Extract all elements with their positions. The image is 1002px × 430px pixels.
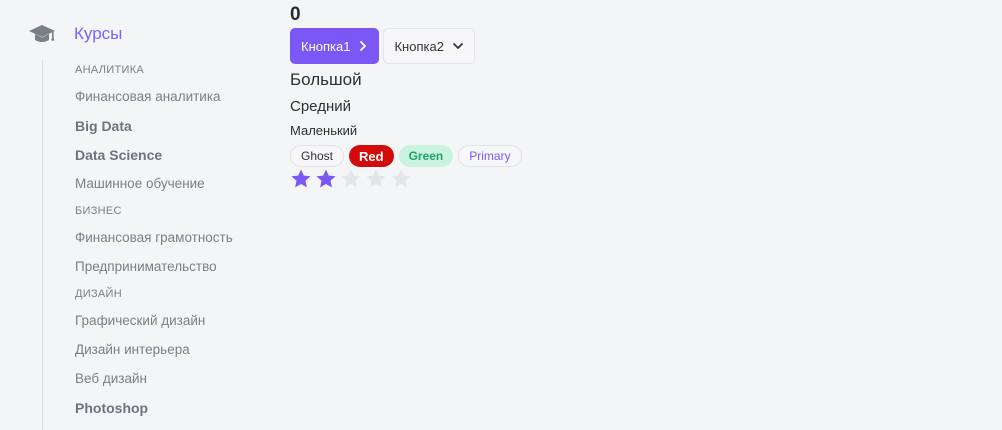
text-small: Маленький bbox=[290, 123, 358, 138]
chevron-right-icon bbox=[360, 41, 367, 51]
graduation-cap-icon bbox=[28, 22, 56, 46]
tag-red: Red bbox=[349, 145, 394, 167]
sidebar-nav: Аналитика Финансовая аналитика Big Data Dat… bbox=[75, 57, 233, 422]
sidebar-title[interactable]: Курсы bbox=[74, 24, 122, 44]
nav-item[interactable]: Дизайн интерьера bbox=[75, 335, 233, 364]
nav-item[interactable]: Big Data bbox=[75, 111, 233, 140]
nav-category: Аналитика bbox=[75, 63, 145, 76]
text-large: Большой bbox=[290, 70, 362, 89]
button1-label: Кнопка1 bbox=[301, 38, 351, 54]
button-row: Кнопка1 Кнопка2 bbox=[290, 28, 475, 64]
button1[interactable]: Кнопка1 bbox=[290, 28, 380, 64]
sidebar: Курсы Аналитика Финансовая аналитика Big D… bbox=[0, 0, 270, 430]
nav-item[interactable]: Машинное обучение bbox=[75, 169, 233, 198]
nav-item[interactable]: Финансовая аналитика bbox=[75, 82, 233, 111]
sidebar-divider bbox=[42, 60, 43, 430]
counter-value: 0 bbox=[290, 4, 301, 25]
star-filled-icon[interactable] bbox=[315, 168, 337, 190]
tag-green: Green bbox=[398, 145, 454, 167]
button2-label: Кнопка2 bbox=[394, 38, 444, 54]
nav-item[interactable]: Предпринимательство bbox=[75, 252, 233, 281]
page: Курсы Аналитика Финансовая аналитика Big D… bbox=[0, 0, 1002, 430]
nav-category: Дизайн bbox=[75, 287, 122, 300]
nav-item[interactable]: Photoshop bbox=[75, 393, 233, 422]
text-medium: Средний bbox=[290, 98, 351, 115]
chevron-down-icon bbox=[453, 43, 463, 49]
tag-ghost: Ghost bbox=[290, 145, 345, 167]
button2[interactable]: Кнопка2 bbox=[383, 28, 475, 64]
nav-item[interactable]: Финансовая грамотность bbox=[75, 223, 233, 252]
star-rating bbox=[290, 168, 412, 190]
nav-category: Бизнес bbox=[75, 204, 122, 217]
nav-item[interactable]: Графический дизайн bbox=[75, 306, 233, 335]
star-empty-icon[interactable] bbox=[390, 168, 412, 190]
star-filled-icon[interactable] bbox=[290, 168, 312, 190]
star-empty-icon[interactable] bbox=[340, 168, 362, 190]
tag-row: Ghost Red Green Primary bbox=[290, 145, 522, 167]
nav-item[interactable]: Data Science bbox=[75, 140, 233, 169]
sidebar-header[interactable]: Курсы bbox=[28, 20, 122, 48]
nav-item[interactable]: Веб дизайн bbox=[75, 364, 233, 393]
tag-primary: Primary bbox=[458, 145, 522, 167]
star-empty-icon[interactable] bbox=[365, 168, 387, 190]
